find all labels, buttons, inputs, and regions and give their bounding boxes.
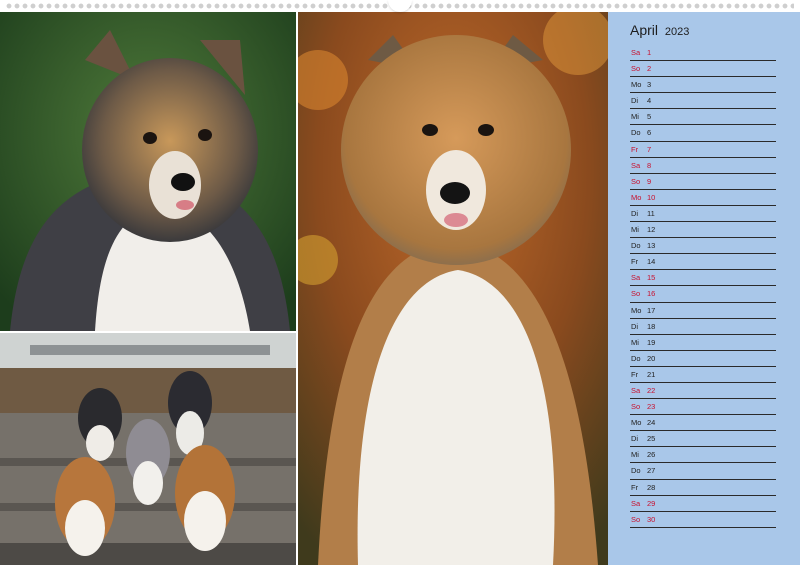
day-row: Mi 12 [630, 222, 776, 239]
day-weekday: Do [631, 466, 641, 476]
photo-sheltie-group [0, 333, 296, 565]
day-weekday: Sa [631, 385, 641, 395]
day-weekday: Fr [631, 482, 639, 492]
day-weekday: Do [631, 128, 641, 138]
day-row: So 23 [630, 399, 776, 416]
day-row: Do 20 [630, 351, 776, 367]
day-row: Di 25 [630, 431, 776, 448]
day-number: 18 [647, 321, 656, 331]
day-weekday: Sa [631, 498, 641, 508]
day-weekday: So [631, 402, 641, 412]
day-number: 6 [647, 128, 652, 138]
day-weekday: So [631, 64, 641, 74]
month-name: April [630, 22, 659, 38]
day-row: Fr 7 [630, 142, 776, 158]
day-row: Mi 26 [630, 447, 776, 464]
day-number: 3 [647, 80, 652, 90]
calendar-sidebar: April 2023 Sa 1 So 2 Mo 3 Di 4 Mi 5 Do 6 Fr 7 Sa 8 So 9 Mo… [608, 0, 800, 565]
day-number: 29 [647, 498, 656, 508]
day-row: Mo 17 [630, 303, 776, 319]
photo-sheltie-portrait [0, 0, 296, 331]
day-number: 14 [647, 257, 656, 267]
day-weekday: Mi [631, 337, 639, 347]
day-row: Fr 14 [630, 254, 776, 271]
day-weekday: Di [631, 96, 639, 106]
day-weekday: Sa [631, 160, 641, 170]
day-weekday: Di [631, 321, 639, 331]
day-number: 20 [647, 353, 656, 363]
day-weekday: Do [631, 241, 641, 251]
day-number: 30 [647, 514, 656, 524]
day-weekday: So [631, 289, 641, 299]
day-row: Mi 5 [630, 109, 776, 126]
day-weekday: Sa [631, 273, 641, 283]
day-number: 5 [647, 112, 652, 122]
month-year: 2023 [664, 26, 690, 38]
day-number: 9 [647, 176, 652, 186]
day-number: 11 [647, 208, 655, 218]
day-row: Sa 22 [630, 383, 776, 400]
day-number: 17 [647, 305, 656, 315]
day-weekday: Mi [631, 225, 639, 235]
day-row: Mo 3 [630, 77, 776, 94]
day-number: 27 [647, 466, 656, 476]
day-number: 24 [647, 418, 656, 428]
day-row: So 9 [630, 174, 776, 190]
day-number: 26 [647, 450, 656, 460]
day-weekday: Do [631, 353, 641, 363]
day-number: 28 [647, 482, 656, 492]
day-number: 22 [647, 385, 656, 395]
day-weekday: Fr [631, 144, 639, 154]
day-row: Di 4 [630, 93, 776, 110]
day-weekday: Mi [631, 450, 639, 460]
day-weekday: So [631, 514, 641, 524]
month-title: April 2023 [630, 22, 689, 38]
day-number: 21 [647, 369, 656, 379]
day-row: Fr 21 [630, 367, 776, 383]
day-row: Do 27 [630, 463, 776, 480]
day-weekday: Mo [631, 418, 642, 428]
day-number: 8 [647, 160, 652, 170]
day-number: 15 [647, 273, 656, 283]
day-weekday: Mo [631, 80, 642, 90]
day-weekday: So [631, 176, 641, 186]
day-row: So 2 [630, 61, 776, 78]
day-row: Sa 15 [630, 270, 776, 287]
day-weekday: Fr [631, 369, 639, 379]
photo-collie-portrait [298, 0, 608, 565]
day-number: 25 [647, 434, 656, 444]
day-weekday: Sa [631, 48, 641, 57]
day-row: Fr 28 [630, 480, 776, 496]
day-weekday: Fr [631, 257, 639, 267]
day-row: So 30 [630, 512, 776, 528]
day-weekday: Mi [631, 112, 639, 122]
day-weekday: Mo [631, 192, 642, 202]
day-number: 1 [647, 48, 652, 57]
day-row: Do 6 [630, 125, 776, 142]
day-number: 19 [647, 337, 656, 347]
day-weekday: Di [631, 208, 639, 218]
day-number: 13 [647, 241, 656, 251]
day-row: Di 11 [630, 206, 776, 223]
day-weekday: Di [631, 434, 639, 444]
day-row: Mi 19 [630, 335, 776, 351]
day-weekday: Mo [631, 305, 642, 315]
day-number: 16 [647, 289, 656, 299]
day-number: 7 [647, 144, 652, 154]
day-row: So 16 [630, 286, 776, 303]
day-number: 4 [647, 96, 652, 106]
day-number: 12 [647, 225, 656, 235]
day-number: 23 [647, 402, 656, 412]
day-number: 2 [647, 64, 652, 74]
day-row: Di 18 [630, 319, 776, 335]
day-number: 10 [647, 192, 656, 202]
day-row: Sa 29 [630, 496, 776, 512]
day-row: Mo 24 [630, 415, 776, 432]
day-row: Sa 8 [630, 158, 776, 174]
day-row: Mo 10 [630, 190, 776, 206]
day-row: Sa 1 [630, 45, 776, 62]
day-row: Do 13 [630, 238, 776, 255]
day-list: Sa 1 So 2 Mo 3 Di 4 Mi 5 Do 6 Fr 7 Sa 8 So 9 Mo 10 Di 11 Mi 12 D… [630, 45, 776, 528]
